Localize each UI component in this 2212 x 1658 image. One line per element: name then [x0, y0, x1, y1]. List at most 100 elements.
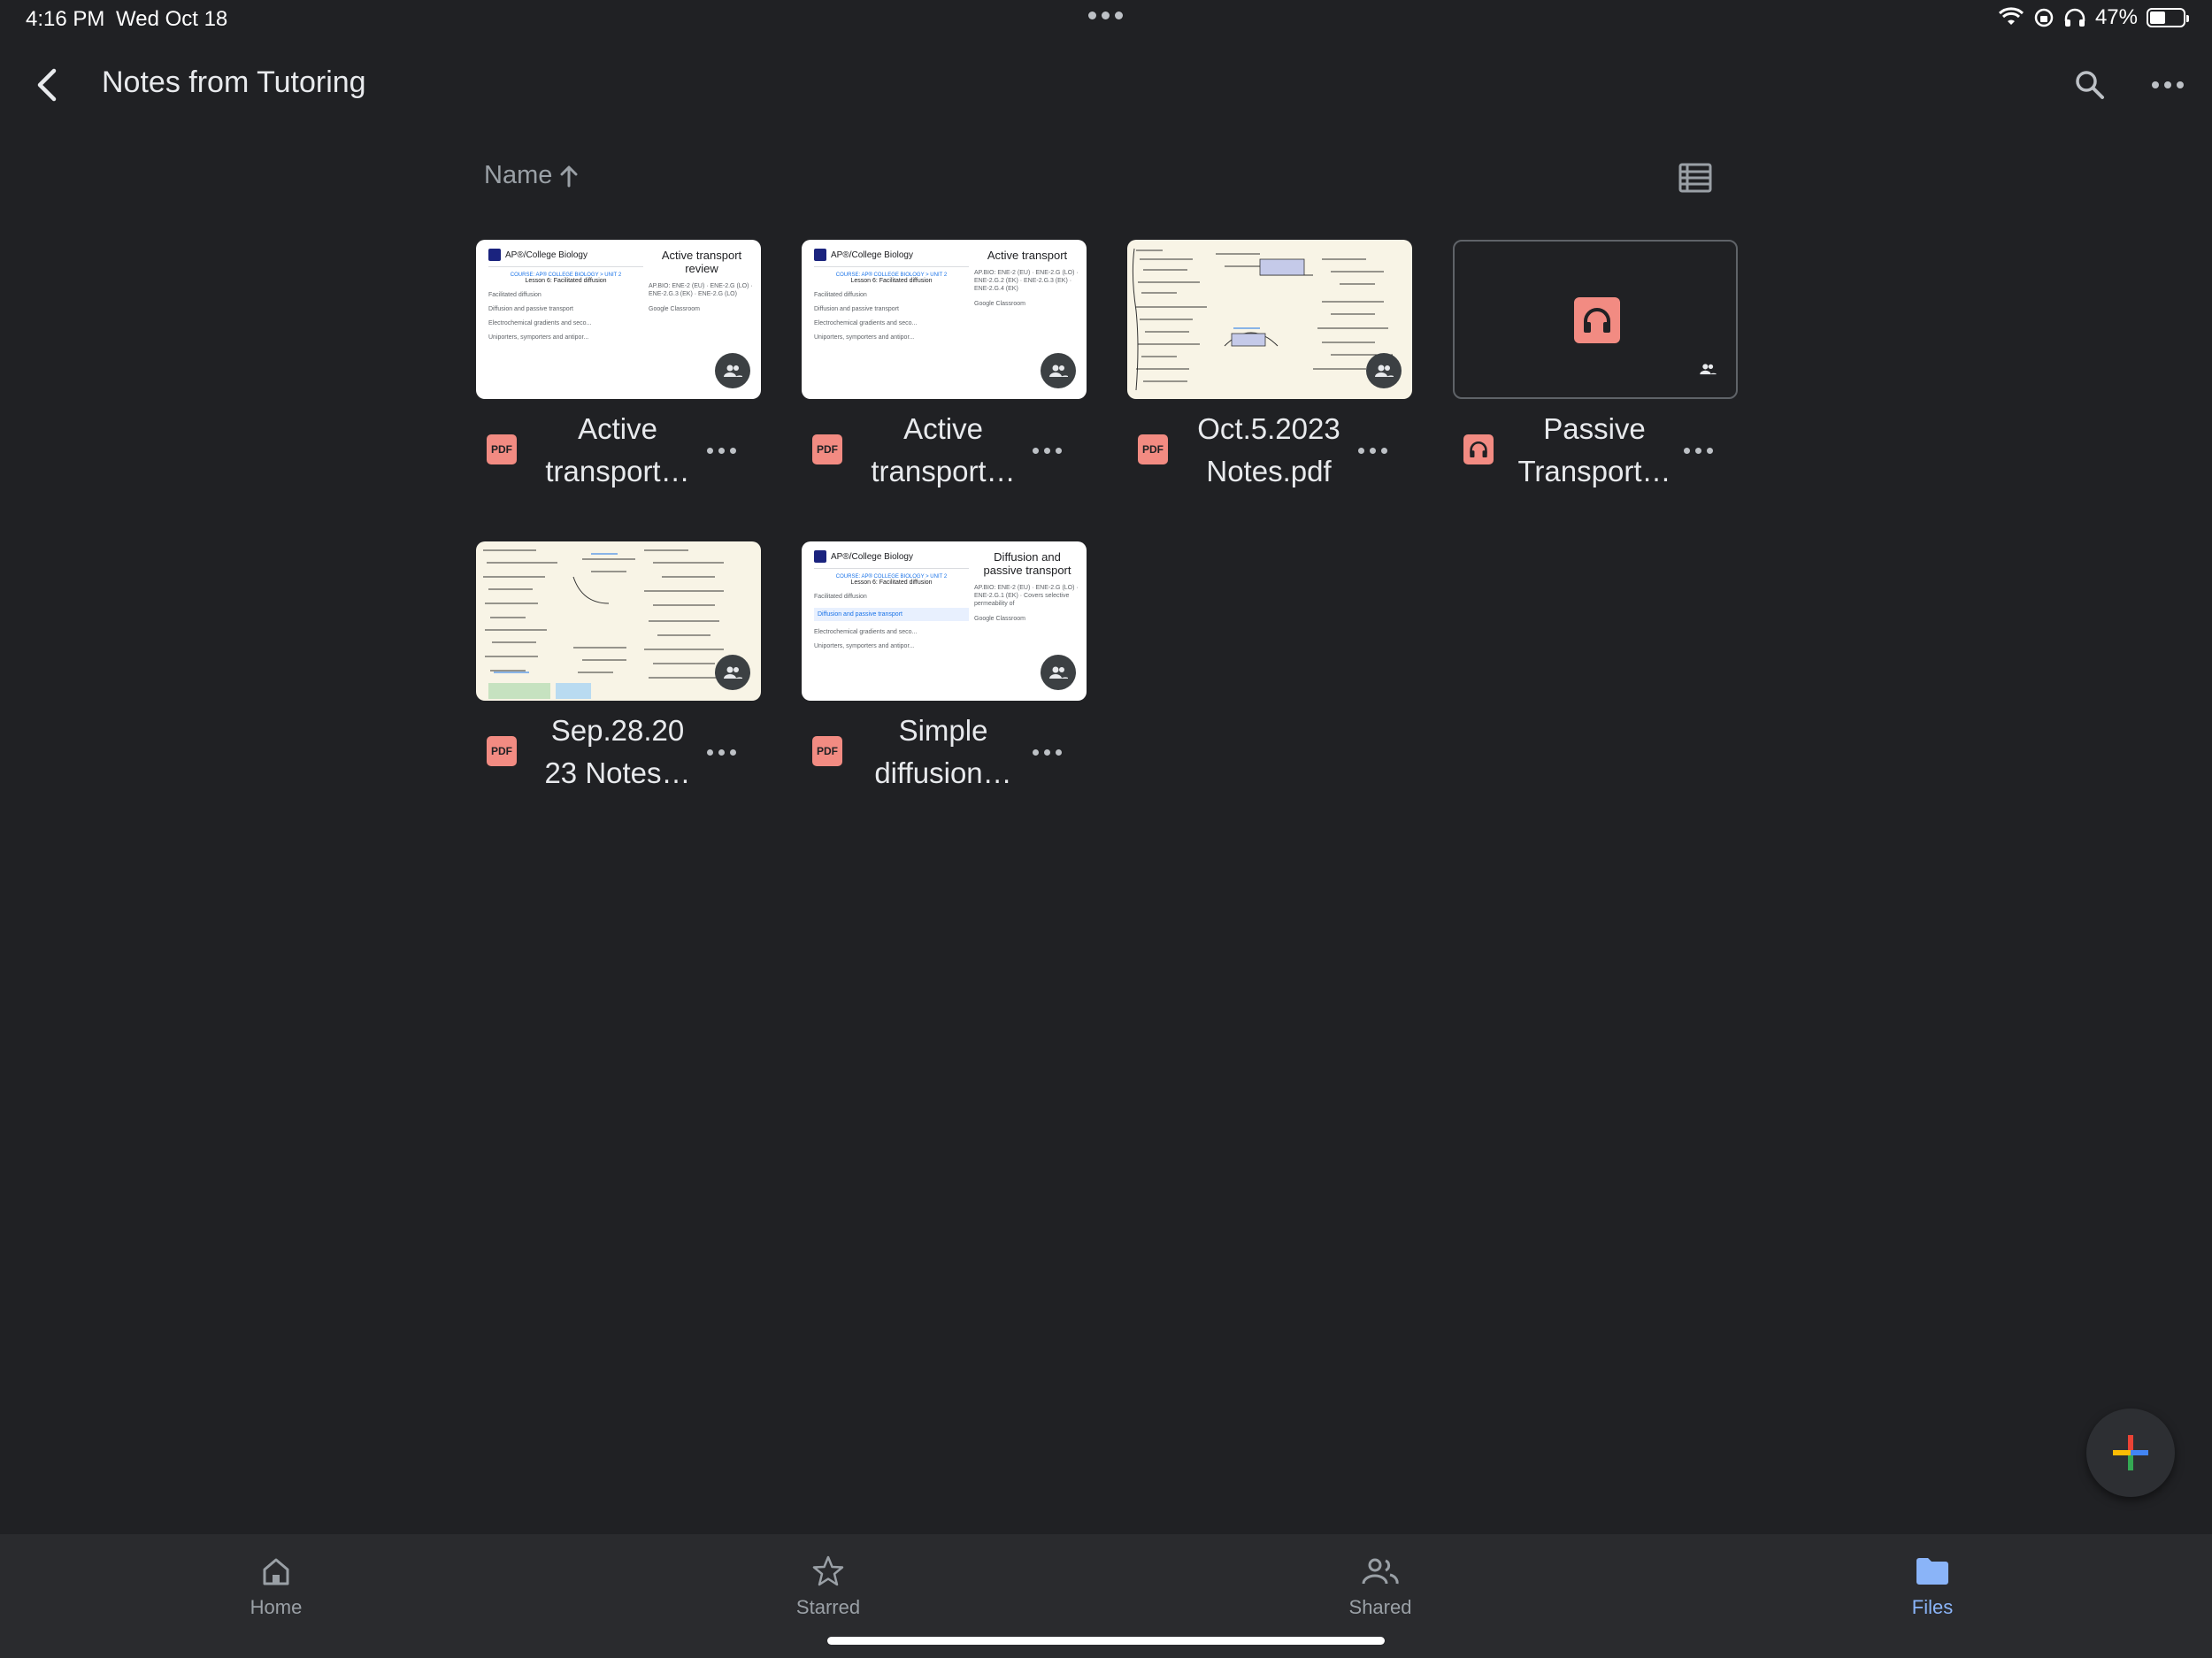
- course-logo-icon: [814, 249, 826, 261]
- file-card[interactable]: PDF Oct.5.2023 Notes.pdf: [1127, 240, 1412, 496]
- people-icon: [724, 365, 742, 377]
- people-icon: [1049, 666, 1068, 679]
- sort-label: Name: [484, 161, 553, 189]
- file-thumbnail[interactable]: AP®/College Biology COURSE: AP® COLLEGE …: [476, 240, 761, 399]
- preview-title: Active transport: [987, 249, 1068, 262]
- nav-starred[interactable]: Starred: [740, 1552, 917, 1619]
- preview-classroom: Google Classroom: [974, 301, 1025, 307]
- file-more-button[interactable]: [702, 745, 741, 759]
- file-thumbnail[interactable]: [1127, 240, 1412, 399]
- audio-file-icon: [1574, 297, 1620, 343]
- file-card[interactable]: PDF Sep.28.20 23 Notes…: [476, 541, 761, 798]
- people-icon: [1362, 1558, 1399, 1585]
- status-time: 4:16 PM: [26, 7, 105, 31]
- file-thumbnail[interactable]: [476, 541, 761, 701]
- list-view-toggle[interactable]: [1678, 162, 1713, 194]
- preview-item: Electrochemical gradients and seco...: [814, 629, 918, 635]
- pdf-icon: PDF: [1138, 434, 1168, 464]
- battery-level-fill: [2150, 12, 2165, 24]
- star-icon: [812, 1555, 844, 1586]
- file-thumbnail[interactable]: [1453, 240, 1738, 399]
- course-logo-icon: [488, 249, 501, 261]
- headphones-icon: [1584, 308, 1610, 333]
- status-indicators: 47%: [1998, 5, 2189, 30]
- battery-percent: 47%: [2094, 5, 2138, 29]
- more-icon: [1032, 748, 1039, 756]
- file-more-button[interactable]: [1353, 443, 1392, 457]
- preview-brand: AP®/College Biology: [831, 249, 913, 260]
- more-icon: [706, 748, 713, 756]
- shared-badge: [1041, 353, 1076, 388]
- file-card[interactable]: Passive Transport…: [1453, 240, 1738, 496]
- file-name[interactable]: Active transport…: [855, 408, 1032, 493]
- wifi-icon: [1998, 7, 2024, 25]
- more-icon: [2152, 81, 2159, 88]
- list-view-icon: [1678, 163, 1712, 193]
- file-name[interactable]: Active transport…: [529, 408, 706, 493]
- headphones-icon: [2064, 8, 2085, 27]
- file-name[interactable]: Oct.5.2023 Notes.pdf: [1180, 408, 1357, 493]
- file-card[interactable]: AP®/College Biology COURSE: AP® COLLEGE …: [802, 541, 1087, 798]
- course-logo-icon: [814, 550, 826, 563]
- preview-item: Facilitated diffusion: [814, 292, 867, 298]
- file-card[interactable]: AP®/College Biology COURSE: AP® COLLEGE …: [802, 240, 1087, 496]
- more-icon: [1357, 447, 1364, 454]
- preview-title: Diffusion and passive transport: [983, 550, 1071, 577]
- search-button[interactable]: [2067, 62, 2113, 108]
- plus-icon: [2113, 1435, 2148, 1470]
- preview-lesson: Lesson 6: Facilitated diffusion: [850, 580, 933, 586]
- home-indicator[interactable]: [827, 1637, 1385, 1645]
- preview-item: Diffusion and passive transport: [814, 306, 899, 312]
- more-icon: [1032, 447, 1039, 454]
- preview-item: Electrochemical gradients and seco...: [488, 320, 592, 326]
- preview-brand: AP®/College Biology: [505, 249, 588, 260]
- more-icon: [1683, 447, 1690, 454]
- preview-classroom: Google Classroom: [974, 616, 1025, 622]
- nav-label: Starred: [795, 1596, 861, 1618]
- preview-lesson: Lesson 6: Facilitated diffusion: [850, 278, 933, 284]
- status-date: Wed Oct 18: [116, 7, 228, 31]
- shared-badge: [1041, 655, 1076, 690]
- preview-item: Uniporters, symporters and antipor...: [814, 643, 915, 649]
- nav-home[interactable]: Home: [188, 1552, 365, 1619]
- file-more-button[interactable]: [1027, 443, 1066, 457]
- preview-title: Active transport review: [661, 249, 742, 275]
- sort-by-name-button[interactable]: Name: [484, 161, 579, 190]
- preview-item: Facilitated diffusion: [814, 594, 867, 600]
- file-card[interactable]: AP®/College Biology COURSE: AP® COLLEGE …: [476, 240, 761, 496]
- page-title: Notes from Tutoring: [102, 65, 366, 99]
- headphones-icon: [1470, 441, 1487, 458]
- file-more-button[interactable]: [1678, 443, 1717, 457]
- file-thumbnail[interactable]: AP®/College Biology COURSE: AP® COLLEGE …: [802, 240, 1087, 399]
- file-more-button[interactable]: [702, 443, 741, 457]
- file-thumbnail[interactable]: AP®/College Biology COURSE: AP® COLLEGE …: [802, 541, 1087, 701]
- file-name[interactable]: Sep.28.20 23 Notes…: [529, 710, 706, 794]
- preview-item: Uniporters, symporters and antipor...: [488, 334, 589, 341]
- home-icon: [263, 1558, 289, 1585]
- more-icon: [706, 447, 713, 454]
- orientation-lock-icon: [2034, 8, 2054, 27]
- people-icon: [724, 666, 742, 679]
- new-file-button[interactable]: [2086, 1409, 2175, 1497]
- file-more-button[interactable]: [1027, 745, 1066, 759]
- more-options-button[interactable]: [2141, 62, 2194, 108]
- preview-meta: AP.BIO: ENE‑2 (EU) · ENE‑2.G (LO) · ENE‑…: [974, 585, 1079, 607]
- shared-badge: [1366, 353, 1402, 388]
- preview-item: Diffusion and passive transport: [488, 306, 573, 312]
- pdf-icon: PDF: [487, 434, 517, 464]
- file-name[interactable]: Passive Transport…: [1506, 408, 1683, 493]
- preview-meta: AP.BIO: ENE‑2 (EU) · ENE‑2.G (LO) · ENE‑…: [649, 283, 753, 297]
- nav-label: Home: [250, 1596, 303, 1618]
- nav-files[interactable]: Files: [1844, 1552, 2021, 1619]
- preview-classroom: Google Classroom: [649, 306, 700, 312]
- pdf-icon: PDF: [812, 434, 842, 464]
- app-bar: Notes from Tutoring: [0, 50, 2212, 120]
- folder-icon: [1916, 1558, 1948, 1585]
- preview-item: Uniporters, symporters and antipor...: [814, 334, 915, 341]
- file-name[interactable]: Simple diffusion…: [855, 710, 1032, 794]
- nav-shared[interactable]: Shared: [1292, 1552, 1469, 1619]
- search-icon: [2076, 71, 2104, 99]
- preview-lesson: Lesson 6: Facilitated diffusion: [525, 278, 607, 284]
- multitasking-dots[interactable]: [1088, 12, 1123, 19]
- back-button[interactable]: [27, 62, 65, 108]
